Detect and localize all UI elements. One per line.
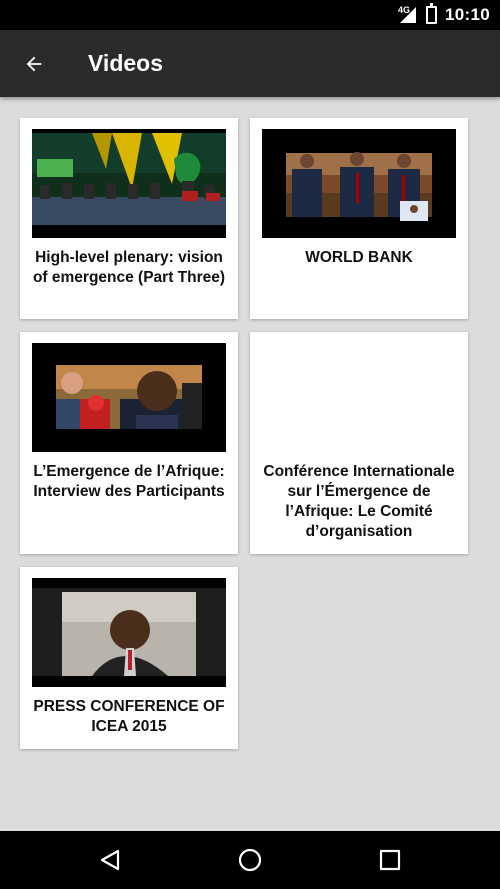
- square-recents-icon: [379, 849, 401, 871]
- video-title: High-level plenary: vision of emergence …: [32, 249, 226, 286]
- video-card[interactable]: WORLD BANK: [250, 118, 468, 319]
- video-title: WORLD BANK: [305, 249, 413, 266]
- arrow-back-icon: [26, 56, 42, 72]
- navigation-bar: [0, 831, 500, 889]
- nav-back-button[interactable]: [94, 844, 126, 876]
- page-title: Videos: [88, 50, 163, 76]
- video-thumbnail: [262, 129, 456, 238]
- video-title: Conférence Internationale sur l’Émergenc…: [263, 463, 455, 540]
- video-thumbnail: [32, 343, 226, 452]
- clock: 10:10: [445, 5, 490, 24]
- signal-icon: 4G: [398, 5, 418, 25]
- battery-icon: [426, 3, 438, 24]
- video-title: PRESS CONFERENCE OF ICEA 2015: [33, 698, 225, 735]
- video-title: L’Emergence de l’Afrique: Interview des …: [33, 463, 225, 500]
- network-type: 4G: [398, 5, 411, 15]
- video-card[interactable]: Conférence Internationale sur l’Émergenc…: [250, 332, 468, 554]
- triangle-back-icon: [100, 849, 120, 871]
- video-card[interactable]: High-level plenary: vision of emergence …: [20, 118, 238, 319]
- circle-home-icon: [238, 848, 262, 872]
- nav-recents-button[interactable]: [374, 844, 406, 876]
- app-bar: Videos: [0, 30, 500, 97]
- video-card[interactable]: L’Emergence de l’Afrique: Interview des …: [20, 332, 238, 554]
- video-thumbnail: [32, 129, 226, 238]
- video-thumbnail: [32, 578, 226, 687]
- back-button[interactable]: [14, 44, 54, 84]
- video-card[interactable]: PRESS CONFERENCE OF ICEA 2015: [20, 567, 238, 749]
- nav-home-button[interactable]: [234, 844, 266, 876]
- status-bar: 4G 10:10: [0, 0, 500, 30]
